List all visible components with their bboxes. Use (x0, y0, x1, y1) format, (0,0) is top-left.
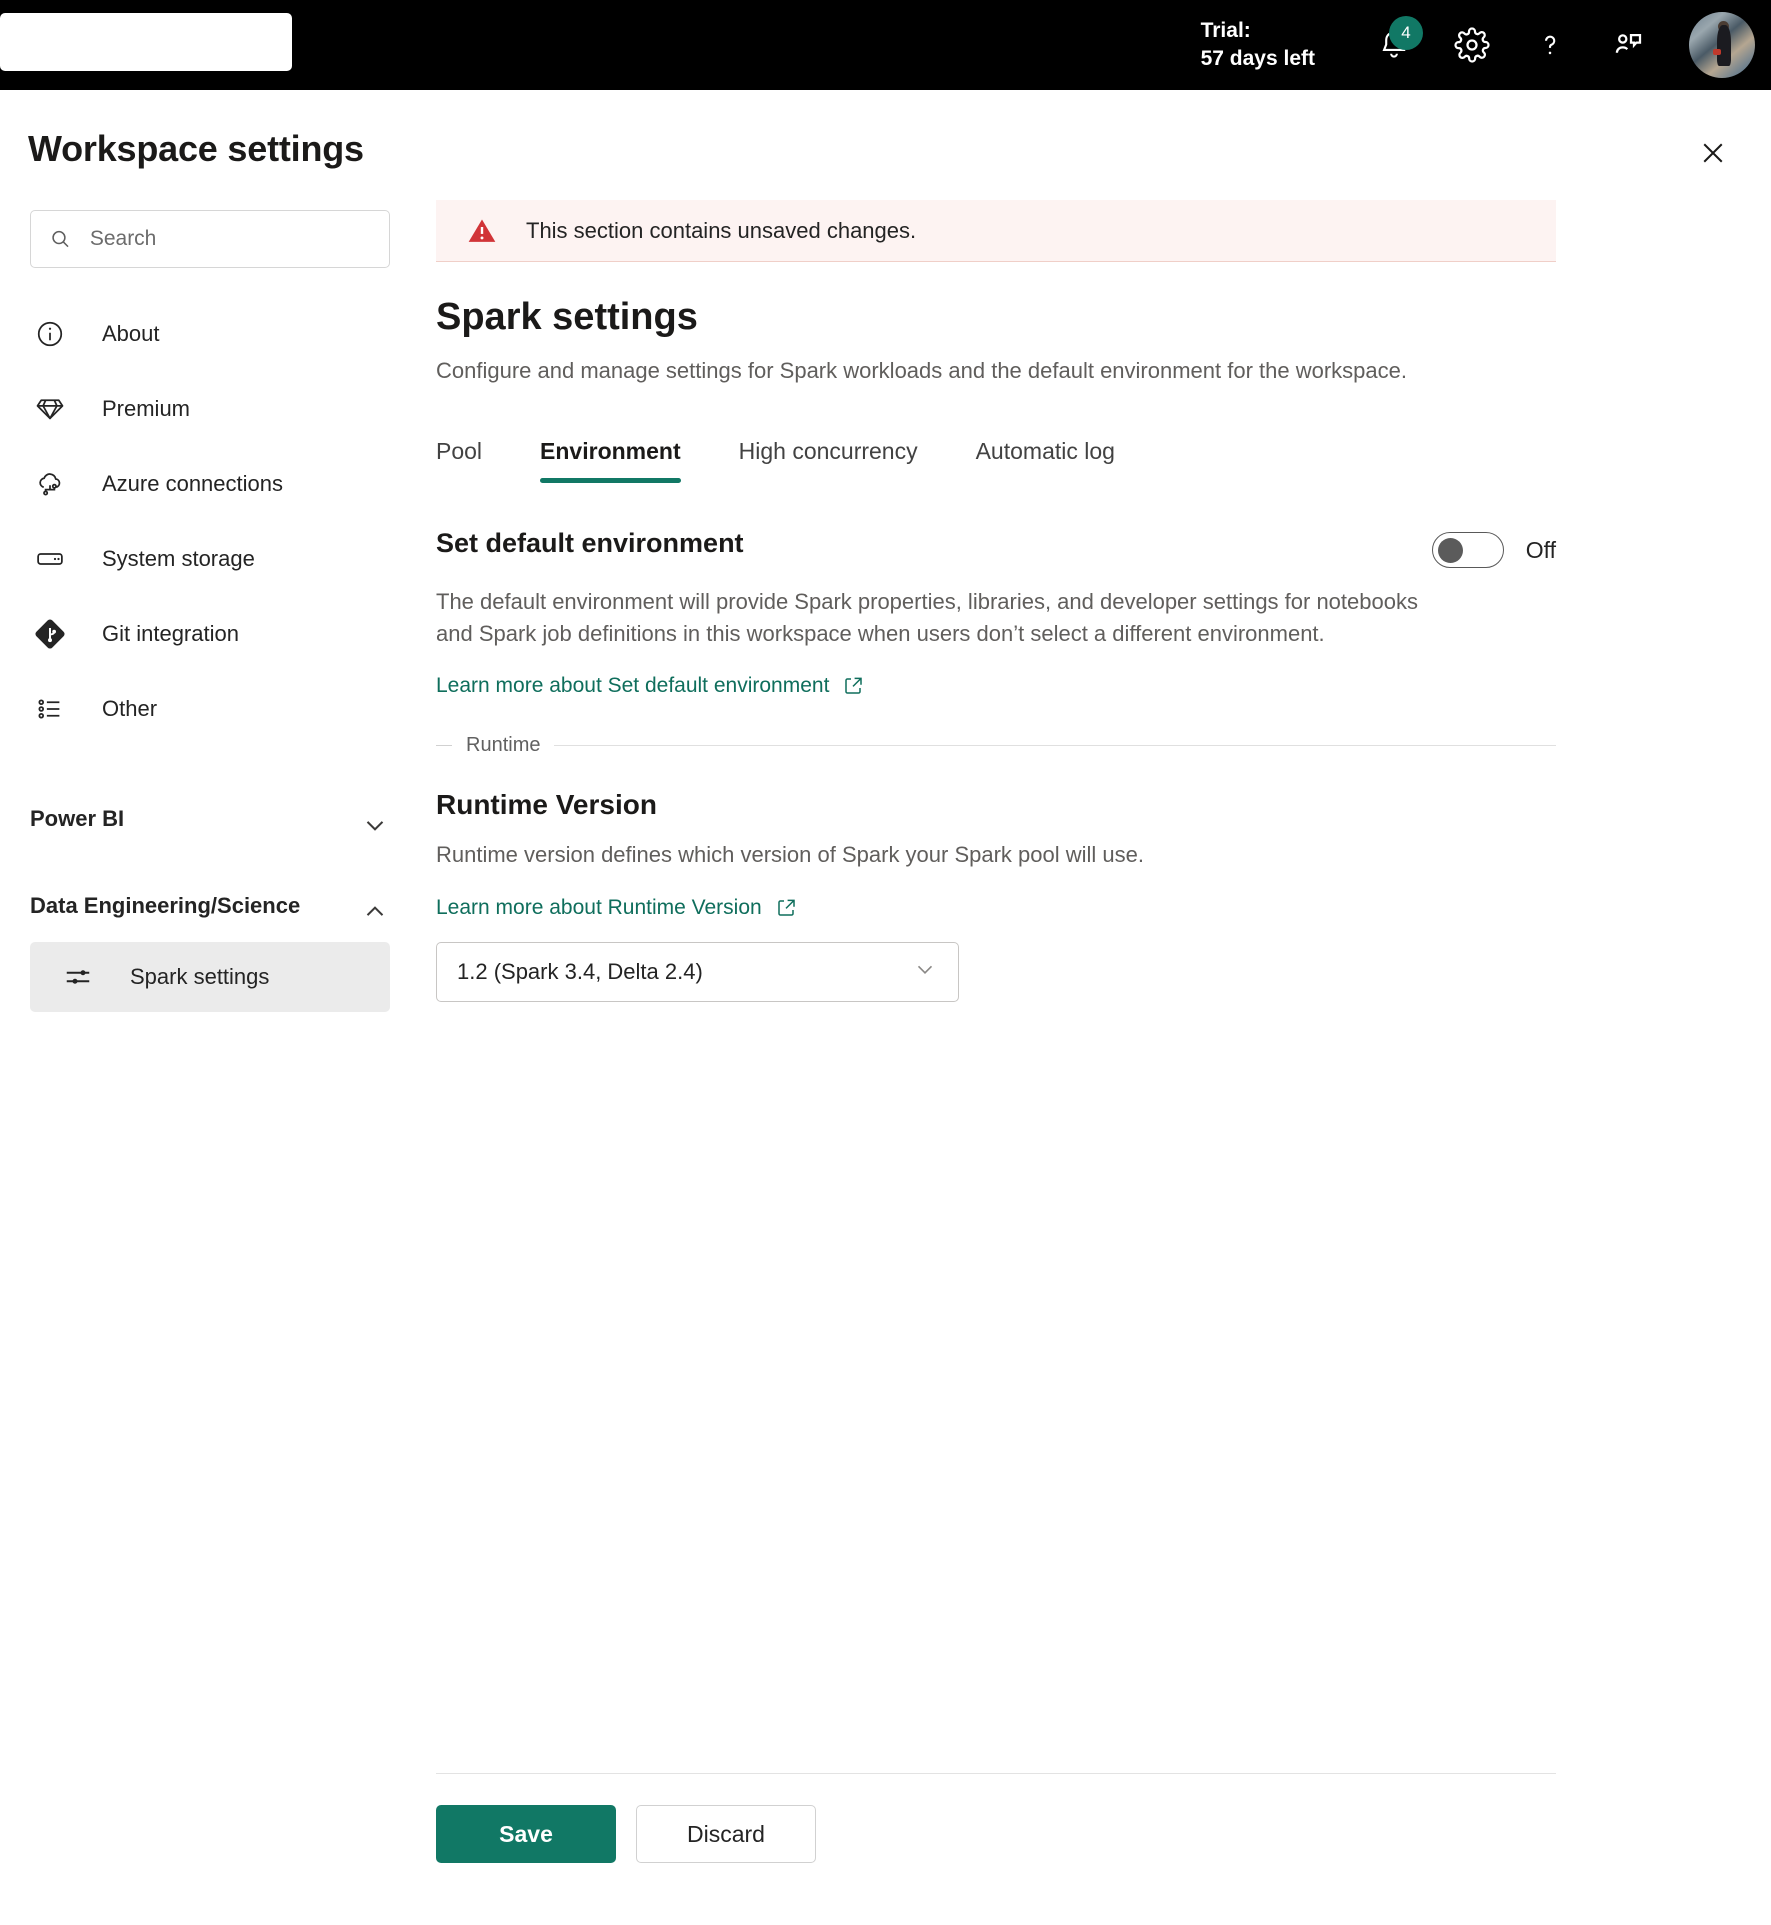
settings-tabs: Pool Environment High concurrency Automa… (436, 438, 1556, 484)
sidebar-item-label: Spark settings (130, 964, 270, 989)
divider-dash-right (554, 745, 1556, 747)
storage-icon (30, 539, 70, 579)
default-environment-toggle-wrap: Off (1431, 532, 1556, 569)
learn-more-default-environment-link[interactable]: Learn more about Set default environment (436, 674, 865, 698)
sidebar-group-label: Power BI (30, 806, 125, 831)
runtime-version-description: Runtime version defines which version of… (436, 842, 1144, 868)
learn-more-label: Learn more about Runtime Version (436, 895, 762, 919)
toggle-knob (1437, 538, 1463, 564)
list-icon (30, 689, 70, 729)
learn-more-runtime-version-link[interactable]: Learn more about Runtime Version (436, 896, 798, 920)
divider-dash-left (436, 745, 452, 747)
sidebar-item-spark-settings[interactable]: Spark settings (30, 942, 390, 1012)
sidebar-item-other[interactable]: Other (0, 671, 420, 746)
chevron-down-icon (912, 956, 938, 987)
git-icon (30, 614, 70, 654)
warning-triangle-icon (468, 219, 496, 242)
feedback-button[interactable] (1597, 14, 1659, 76)
tab-pool[interactable]: Pool (436, 438, 482, 483)
runtime-version-selected-value: 1.2 (Spark 3.4, Delta 2.4) (457, 958, 703, 984)
default-environment-title: Set default environment (436, 528, 744, 559)
sidebar-item-about[interactable]: About (0, 296, 420, 371)
runtime-divider-label: Runtime (466, 734, 541, 757)
info-circle-icon (30, 314, 70, 354)
sliders-icon (58, 957, 98, 997)
sidebar-item-git-integration[interactable]: Git integration (0, 596, 420, 671)
tab-high-concurrency[interactable]: High concurrency (739, 438, 918, 483)
user-avatar[interactable] (1689, 12, 1755, 78)
toggle-state-label: Off (1525, 536, 1556, 563)
diamond-icon (30, 389, 70, 429)
sidebar-item-label: System storage (102, 545, 255, 571)
footer-divider (436, 1773, 1556, 1774)
settings-button[interactable] (1441, 14, 1503, 76)
question-mark-icon (1544, 35, 1556, 55)
default-environment-description: The default environment will provide Spa… (436, 589, 1418, 647)
sidebar-group-label: Data Engineering/Science (30, 893, 301, 918)
tab-environment[interactable]: Environment (540, 438, 681, 484)
external-link-icon (841, 674, 865, 698)
default-environment-toggle[interactable] (1431, 532, 1504, 569)
sidebar-item-label: Azure connections (102, 470, 283, 496)
runtime-version-dropdown[interactable]: 1.2 (Spark 3.4, Delta 2.4) (436, 941, 959, 1002)
search-input[interactable] (87, 226, 371, 252)
close-icon (1703, 143, 1723, 163)
default-environment-header: Set default environment Off (436, 528, 1556, 569)
runtime-divider: Runtime (436, 734, 1556, 757)
runtime-version-title: Runtime Version (436, 789, 657, 821)
settings-content: This section contains unsaved changes. S… (436, 200, 1556, 1002)
tab-automatic-log[interactable]: Automatic log (976, 438, 1115, 483)
notifications-button[interactable]: 4 (1363, 14, 1425, 76)
trial-days-left: 57 days left (1200, 47, 1315, 70)
global-top-bar: Trial: 57 days left 4 (0, 0, 1771, 90)
discard-button[interactable]: Discard (636, 1805, 816, 1863)
notification-count-badge: 4 (1389, 16, 1423, 50)
chevron-up-icon (360, 897, 390, 932)
sidebar-item-system-storage[interactable]: System storage (0, 521, 420, 596)
learn-more-label: Learn more about Set default environment (436, 674, 830, 698)
sidebar-item-label: About (102, 320, 160, 346)
cloud-connection-icon (30, 464, 70, 504)
global-search-box[interactable] (0, 13, 292, 71)
save-button[interactable]: Save (436, 1805, 616, 1863)
gear-icon (1454, 27, 1490, 63)
avatar-accent (1712, 48, 1721, 55)
sidebar-search[interactable] (30, 210, 390, 268)
top-bar-actions: Trial: 57 days left 4 (1201, 0, 1771, 90)
help-button[interactable] (1519, 14, 1581, 76)
sidebar-item-label: Git integration (102, 620, 239, 646)
trial-status: Trial: 57 days left (1201, 17, 1315, 72)
section-heading: Spark settings (436, 296, 698, 338)
external-link-icon (774, 896, 798, 920)
close-panel-button[interactable] (1685, 125, 1741, 181)
unsaved-changes-alert: This section contains unsaved changes. (436, 200, 1556, 262)
feedback-icon (1615, 33, 1642, 53)
section-description: Configure and manage settings for Spark … (436, 358, 1407, 383)
trial-label: Trial: (1200, 19, 1251, 43)
sidebar-group-power-bi[interactable]: Power BI (0, 804, 420, 845)
sidebar-nav: About Premium Azure connections System s… (0, 296, 420, 746)
chevron-down-icon (360, 810, 390, 845)
git-glyph (35, 618, 65, 649)
sidebar-item-azure-connections[interactable]: Azure connections (0, 446, 420, 521)
settings-sidebar: About Premium Azure conne (0, 200, 420, 1925)
sidebar-item-premium[interactable]: Premium (0, 371, 420, 446)
sidebar-item-label: Premium (102, 395, 191, 421)
search-icon (52, 230, 69, 248)
footer-actions: Save Discard (436, 1805, 816, 1863)
page-title: Workspace settings (28, 128, 364, 169)
alert-message: This section contains unsaved changes. (526, 217, 917, 243)
sidebar-group-data-engineering-science[interactable]: Data Engineering/Science (0, 891, 420, 932)
sidebar-item-label: Other (102, 695, 158, 721)
avatar-body (1716, 25, 1732, 67)
